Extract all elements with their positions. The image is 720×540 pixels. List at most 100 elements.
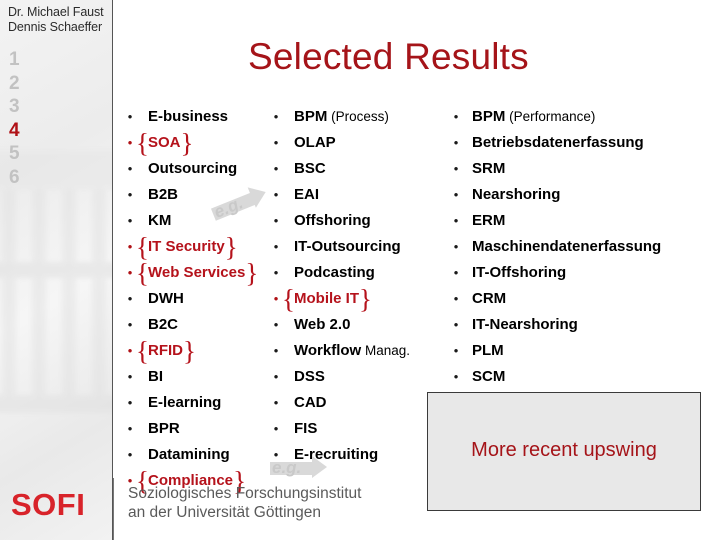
list-item: • CAD xyxy=(270,390,450,416)
list-item-label: CAD xyxy=(294,390,327,416)
list-item: • E-business xyxy=(124,104,274,130)
label-wrap: Datamining xyxy=(148,442,230,468)
list-item: •{IT Security} xyxy=(124,232,274,262)
list-item-text: OLAP xyxy=(294,134,336,151)
bullet-icon: • xyxy=(273,317,279,332)
list-item-label: BI xyxy=(148,364,163,390)
bullet-icon: • xyxy=(273,109,279,124)
label-wrap: KM xyxy=(148,208,171,234)
list-item: • Maschinendatenerfassung xyxy=(450,234,718,260)
list-item: • EAI xyxy=(270,182,450,208)
list-item-label: SRM xyxy=(472,156,505,182)
curly-brace-right-icon: } xyxy=(183,336,196,366)
bullet-icon: • xyxy=(273,187,279,202)
label-wrap: Workflow Manag. xyxy=(294,338,410,364)
list-item-text: Mobile IT xyxy=(294,290,359,307)
list-item-text: Outsourcing xyxy=(148,160,238,177)
bullet-icon: • xyxy=(453,161,459,176)
list-item-label: {Web Services} xyxy=(136,258,258,288)
list-item: • BPM (Process) xyxy=(270,104,450,130)
list-item-text: BPR xyxy=(148,420,180,437)
list-item: • Datamining xyxy=(124,442,274,468)
eg-annotation-2: e.g. xyxy=(270,456,327,478)
bullet-icon: • xyxy=(127,421,133,436)
list-item-label: EAI xyxy=(294,182,319,208)
label-wrap: Outsourcing xyxy=(148,156,237,182)
list-item: • KM xyxy=(124,208,274,234)
authors-block: Dr. Michael Faust Dennis Schaeffer xyxy=(8,5,112,34)
bullet-icon: • xyxy=(127,213,133,228)
bullet-icon: • xyxy=(273,265,279,280)
list-item: • ERM xyxy=(450,208,718,234)
list-item-label: Offshoring xyxy=(294,208,371,234)
chapter-number-1[interactable]: 1 xyxy=(9,48,20,72)
list-item-label: Web 2.0 xyxy=(294,312,350,338)
bullet-icon: • xyxy=(273,291,279,306)
curly-brace-left-icon: { xyxy=(136,128,149,158)
list-item-label: BPR xyxy=(148,416,180,442)
label-wrap: Nearshoring xyxy=(472,182,560,208)
list-item: •{Web Services} xyxy=(124,258,274,288)
list-item-text: SOA xyxy=(148,134,181,151)
list-item-label: B2C xyxy=(148,312,178,338)
building-watermark-image xyxy=(0,150,112,450)
label-wrap: Offshoring xyxy=(294,208,371,234)
chapter-number-5[interactable]: 5 xyxy=(9,142,20,166)
curly-brace-left-icon: { xyxy=(282,284,295,314)
chapter-nav[interactable]: 123456 xyxy=(9,48,20,189)
list-item: • SCM xyxy=(450,364,718,390)
list-item-label: OLAP xyxy=(294,130,336,156)
bullet-icon: • xyxy=(127,187,133,202)
label-wrap: DWH xyxy=(148,286,184,312)
bullet-icon: • xyxy=(127,239,133,254)
label-wrap: CAD xyxy=(294,390,327,416)
chapter-number-6[interactable]: 6 xyxy=(9,166,20,190)
label-wrap: {IT Security} xyxy=(136,232,238,262)
list-item-text: SRM xyxy=(472,160,506,177)
list-item-label: IT-Outsourcing xyxy=(294,234,401,260)
list-item-label: Podcasting xyxy=(294,260,375,286)
curly-brace-right-icon: } xyxy=(245,258,259,288)
author-name-2: Dennis Schaeffer xyxy=(8,19,103,34)
bullet-icon: • xyxy=(273,161,279,176)
list-item-text: Betriebsdatenerfassung xyxy=(472,134,644,151)
list-item-text: Datamining xyxy=(148,446,230,463)
topic-column-3: • BPM (Performance) • Betriebsdatenerfassun… xyxy=(450,104,718,390)
list-item: • FIS xyxy=(270,416,450,442)
list-item-text: Web 2.0 xyxy=(294,316,351,333)
label-wrap: {Web Services} xyxy=(136,258,258,288)
list-item-text: BSC xyxy=(294,160,326,177)
author-name-1: Dr. Michael Faust xyxy=(8,5,104,19)
bullet-icon: • xyxy=(273,369,279,384)
list-item-label: Betriebsdatenerfassung xyxy=(472,130,644,156)
label-wrap: OLAP xyxy=(294,130,336,156)
list-item-label: DWH xyxy=(148,286,184,312)
list-item: • BPR xyxy=(124,416,274,442)
label-wrap: {SOA} xyxy=(136,128,194,158)
label-wrap: E-learning xyxy=(148,390,221,416)
bullet-icon: • xyxy=(453,265,459,280)
list-item-text: DSS xyxy=(294,368,325,385)
list-item-subtext: (Process) xyxy=(327,109,389,124)
institute-name: Soziologisches Forschungsinstitut an der… xyxy=(128,484,361,522)
label-wrap: B2B xyxy=(148,182,178,208)
chapter-number-4[interactable]: 4 xyxy=(9,119,20,143)
chapter-number-3[interactable]: 3 xyxy=(9,95,20,119)
callout-text: More recent upswing xyxy=(471,439,657,461)
chapter-number-2[interactable]: 2 xyxy=(9,72,20,96)
label-wrap: FIS xyxy=(294,416,317,442)
list-item: • Betriebsdatenerfassung xyxy=(450,130,718,156)
list-item: • E-learning xyxy=(124,390,274,416)
eg-annotation-label-2: e.g. xyxy=(272,458,302,477)
bullet-icon: • xyxy=(127,109,133,124)
list-item-label: BSC xyxy=(294,156,326,182)
page-title: Selected Results xyxy=(248,36,529,77)
institute-line-2: an der Universität Göttingen xyxy=(128,504,321,521)
list-item-label: E-learning xyxy=(148,390,221,416)
bullet-icon: • xyxy=(453,135,459,150)
curly-brace-right-icon: } xyxy=(359,284,372,314)
label-wrap: BSC xyxy=(294,156,326,182)
label-wrap: BPM (Performance) xyxy=(472,104,595,130)
bullet-icon: • xyxy=(127,447,133,462)
list-item-text: KM xyxy=(148,212,172,229)
